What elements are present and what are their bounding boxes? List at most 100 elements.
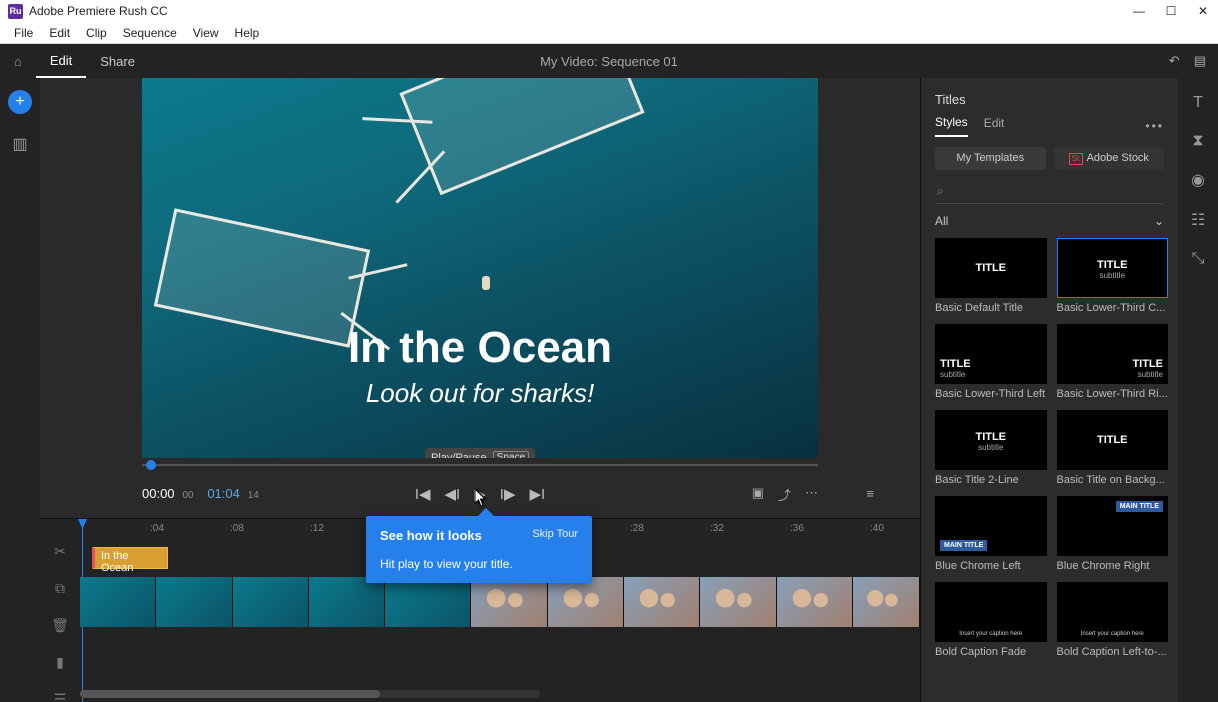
skip-tour-button[interactable]: Skip Tour [532,528,578,543]
template-thumb: Insert your caption here [1057,582,1169,642]
menu-clip[interactable]: Clip [78,26,115,40]
prev-clip-button[interactable]: I◀ [415,485,431,503]
sequence-title: My Video: Sequence 01 [540,54,678,69]
template-label: Blue Chrome Right [1057,560,1169,572]
template-thumb: Insert your caption here [935,582,1047,642]
clip-thumb[interactable] [156,577,232,627]
template-card[interactable]: TITLEsubtitleBasic Lower-Third C... [1057,238,1169,314]
template-card[interactable]: MAIN TITLEBlue Chrome Left [935,496,1047,572]
search-input[interactable]: ⌕ [935,180,1164,204]
tab-edit-title[interactable]: Edit [984,116,1005,136]
preview-subtitle-text: Look out for sharks! [142,378,818,409]
more-icon[interactable]: ⋯ [805,485,818,504]
video-track[interactable] [80,577,920,627]
menu-file[interactable]: File [6,26,41,40]
filter-dropdown[interactable]: All ⌄ [935,214,1164,228]
timecode-current: 00:00 [142,486,175,501]
play-button[interactable]: ▶ [474,485,486,503]
template-thumb: TITLEsubtitle [1057,238,1169,298]
window-minimize-button[interactable]: — [1132,4,1146,18]
scrubber-handle[interactable] [146,460,156,470]
template-label: Bold Caption Fade [935,646,1047,658]
template-card[interactable]: Insert your caption here Bold Caption Fad… [935,582,1047,658]
clip-thumb[interactable] [700,577,776,627]
template-thumb: MAIN TITLE [1057,496,1169,556]
titles-tool-icon[interactable]: T [1193,94,1203,112]
timecode-duration: 01:04 [207,486,240,501]
filter-label: All [935,214,948,228]
clip-thumb[interactable] [309,577,385,627]
next-clip-button[interactable]: ▶I [529,485,545,503]
template-card[interactable]: Insert your caption here Bold Caption Lef… [1057,582,1169,658]
template-card[interactable]: MAIN TITLE Blue Chrome Right [1057,496,1169,572]
template-card[interactable]: TITLEsubtitleBasic Lower-Third Ri... [1057,324,1169,400]
home-icon[interactable]: ⌂ [0,54,36,69]
marker-icon[interactable]: ▮ [56,654,64,671]
step-forward-button[interactable]: I▶ [500,485,516,503]
timecode: 00:00 00 01:04 14 [142,486,259,502]
preview-graphic [399,78,644,195]
panel-more-icon[interactable]: ••• [1145,119,1164,133]
play-tooltip: Play/Pause Space [425,448,535,458]
menu-edit[interactable]: Edit [41,26,78,40]
clip-thumb[interactable] [233,577,309,627]
title-clip[interactable]: In the Ocean [92,547,168,569]
template-label: Basic Default Title [935,302,1047,314]
comments-icon[interactable]: ▤ [1194,53,1206,69]
source-adobe-stock[interactable]: StAdobe Stock [1054,147,1165,170]
clip-thumb[interactable] [853,577,920,627]
project-panel-icon[interactable]: ▥ [12,134,27,154]
clip-thumb[interactable] [777,577,853,627]
delete-icon[interactable]: 🗑 [51,617,69,634]
template-label: Bold Caption Left-to-... [1057,646,1169,658]
speed-tool-icon[interactable]: ☷ [1191,210,1205,230]
window-maximize-button[interactable]: ☐ [1164,4,1178,18]
clip-thumb[interactable] [471,577,547,627]
track-list-icon[interactable]: ☰ [54,691,67,702]
template-card[interactable]: TITLEsubtitleBasic Title 2-Line [935,410,1047,486]
clip-thumb[interactable] [80,577,156,627]
transitions-tool-icon[interactable]: ⧗ [1192,132,1203,150]
add-media-button[interactable]: + [8,90,32,114]
template-card[interactable]: TITLEsubtitleBasic Lower-Third Left [935,324,1047,400]
preview-title-text: In the Ocean [142,323,818,373]
color-tool-icon[interactable]: ◉ [1191,170,1205,190]
export-icon[interactable]: ⤴ [778,485,791,504]
timeline-scrollbar[interactable] [80,690,540,698]
clip-thumb[interactable] [548,577,624,627]
duplicate-icon[interactable]: ⧉ [55,580,65,597]
template-card[interactable]: TITLEBasic Default Title [935,238,1047,314]
tour-body: Hit play to view your title. [380,557,578,571]
template-thumb: TITLEsubtitle [935,324,1047,384]
menu-sequence[interactable]: Sequence [115,26,185,40]
templates-grid: TITLEBasic Default TitleTITLEsubtitleBas… [921,234,1178,702]
step-back-button[interactable]: ◀I [445,485,461,503]
undo-icon[interactable]: ↶ [1169,53,1180,69]
scissors-icon[interactable]: ✂ [54,543,66,560]
app-title: Adobe Premiere Rush CC [29,4,168,18]
timeline-options-icon[interactable]: ≡ [866,486,874,501]
tour-heading: See how it looks [380,528,482,543]
menu-help[interactable]: Help [227,26,268,40]
titles-panel: Titles Styles Edit ••• My Templates StAd… [920,78,1178,702]
video-preview[interactable]: In the Ocean Look out for sharks! Play/P… [142,78,818,458]
clip-thumb[interactable] [385,577,471,627]
chevron-down-icon: ⌄ [1154,214,1164,228]
tab-edit[interactable]: Edit [36,44,86,78]
timecode-current-frames: 00 [182,490,193,501]
tab-share[interactable]: Share [86,44,149,78]
source-my-templates[interactable]: My Templates [935,147,1046,170]
menu-view[interactable]: View [185,26,227,40]
clip-thumb[interactable] [624,577,700,627]
template-card[interactable]: TITLEBasic Title on Backg... [1057,410,1169,486]
app-logo: Ru [8,4,23,19]
tab-styles[interactable]: Styles [935,115,968,137]
transport-controls: 00:00 00 01:04 14 I◀ ◀I ▶ I▶ ▶I ▣ ⤴ ⋯ ≡ [142,476,818,512]
ruler-tick: :12 [310,523,324,534]
scrubber[interactable] [142,458,818,470]
ruler-tick: :28 [630,523,644,534]
transform-tool-icon[interactable]: ⤡ [1192,250,1205,268]
template-thumb: TITLEsubtitle [1057,324,1169,384]
window-close-button[interactable]: ✕ [1196,4,1210,18]
fullscreen-icon[interactable]: ▣ [752,485,764,504]
